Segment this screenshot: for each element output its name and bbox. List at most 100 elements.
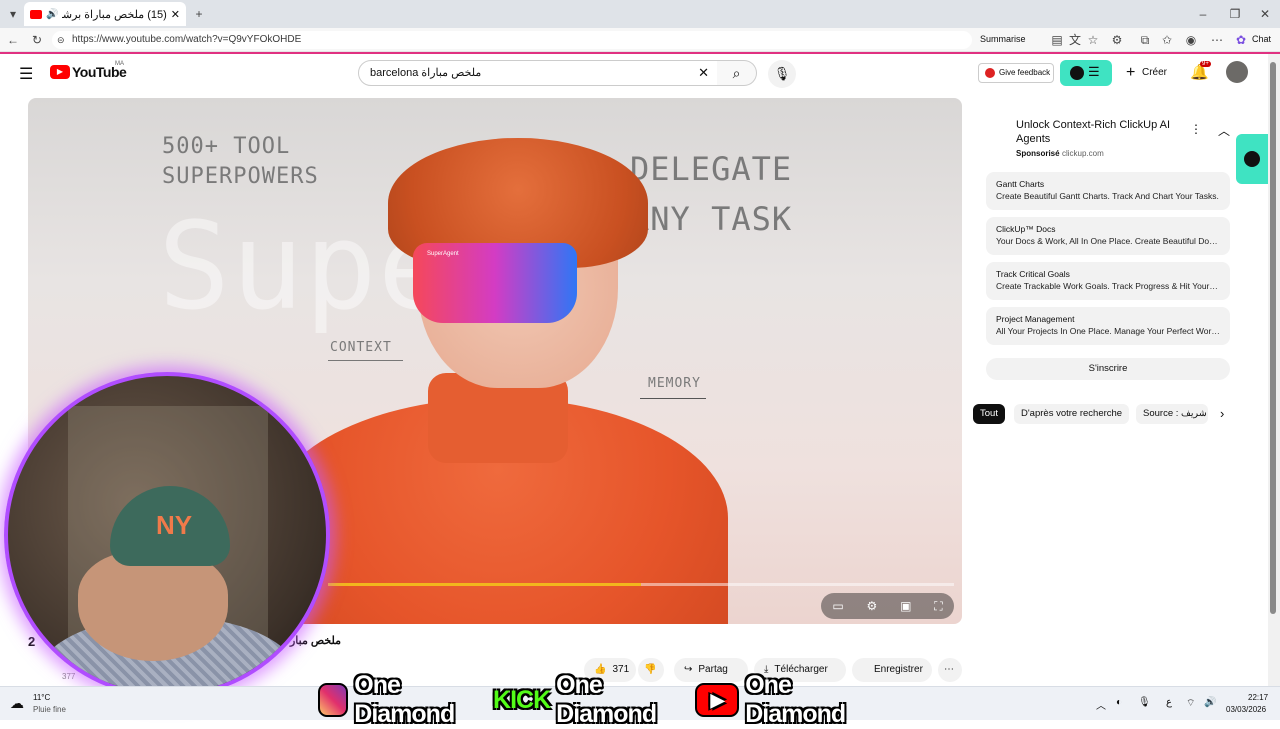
browser-tab[interactable]: 🔊 (15) ملخص مباراة برشلونة وأتلـ ✕ xyxy=(24,2,186,26)
keyboard-language[interactable]: ع xyxy=(1166,697,1172,708)
ad-title[interactable]: Unlock Context-Rich ClickUp AI Agents xyxy=(1016,118,1176,146)
video-text-superpowers: SUPERPOWERS xyxy=(162,164,319,189)
minimize-icon[interactable]: – xyxy=(1196,7,1210,21)
chip-all[interactable]: Tout xyxy=(973,404,1005,424)
miniplayer-icon[interactable]: ▣ xyxy=(900,599,911,613)
wifi-icon[interactable]: ⌔ xyxy=(1186,697,1195,710)
weather-description: Pluie fine xyxy=(33,705,66,714)
weather-icon[interactable]: ☁ xyxy=(10,695,24,712)
collapse-icon[interactable]: ︿ xyxy=(1218,122,1230,139)
instagram-icon xyxy=(318,683,349,717)
ad-sitelink-title: Track Critical Goals xyxy=(996,269,1070,279)
tray-app-icon[interactable]: ◐ xyxy=(1116,697,1122,708)
search-text: barcelona ملخص مباراة xyxy=(370,67,482,79)
copilot-icon[interactable]: ✿ xyxy=(1234,33,1248,47)
plus-icon: + xyxy=(1126,64,1136,81)
webcam-person-face xyxy=(78,551,228,661)
extensions-icon[interactable]: ⚙ xyxy=(1110,33,1124,47)
tray-mic-icon[interactable]: 🎙 xyxy=(1138,697,1151,708)
context-line xyxy=(328,360,403,361)
url-text: https://www.youtube.com/watch?v=Q9vYFOkO… xyxy=(72,34,302,45)
more-icon[interactable]: ⋯ xyxy=(1210,33,1224,47)
mask-brand-text: SuperAgent xyxy=(427,251,459,257)
ad-sitelink-title: ClickUp™ Docs xyxy=(996,224,1056,234)
save-label: Enregistrer xyxy=(874,664,923,675)
feedback-icon xyxy=(985,68,995,78)
microphone-icon: 🎙 xyxy=(773,66,791,81)
ad-sitelink[interactable]: ClickUp™ Docs Your Docs & Work, All In O… xyxy=(986,217,1230,255)
tab-list-icon[interactable]: ▾ xyxy=(6,7,20,21)
youtube-header: ☰ ▶ YouTube MA barcelona ملخص مباراة ✕ ⌕… xyxy=(0,54,1268,92)
youtube-logo-icon[interactable]: ▶ xyxy=(50,65,70,79)
clock-time[interactable]: 22:17 xyxy=(1248,693,1268,702)
video-text-context: CONTEXT xyxy=(330,340,392,355)
ad-sitelink-subtitle: Your Docs & Work, All In One Place. Crea… xyxy=(996,236,1220,246)
chips-next-icon[interactable]: › xyxy=(1220,406,1224,421)
profile-icon[interactable]: ◉ xyxy=(1184,33,1198,47)
clear-search-icon[interactable]: ✕ xyxy=(698,61,709,85)
youtube-banner-icon: ▶ xyxy=(694,683,740,717)
create-button[interactable]: + Créer xyxy=(1122,62,1167,84)
reader-icon[interactable]: ▤ xyxy=(1050,33,1064,47)
ad-panel: Unlock Context-Rich ClickUp AI Agents Sp… xyxy=(974,98,1240,392)
avatar[interactable] xyxy=(1226,61,1248,83)
cap-logo-icon: NY xyxy=(156,510,193,540)
ad-sponsored: Sponsorisé xyxy=(1016,149,1060,158)
translate-icon[interactable]: 文 xyxy=(1068,33,1082,47)
ad-domain[interactable]: clickup.com xyxy=(1062,149,1104,158)
favorite-icon[interactable]: ☆ xyxy=(1086,33,1100,47)
video-text-any-task: ANY TASK xyxy=(630,200,793,238)
more-actions-button[interactable]: ⋯ xyxy=(938,658,962,682)
give-feedback-button[interactable]: Give feedback xyxy=(978,63,1054,83)
close-tab-icon[interactable]: ✕ xyxy=(171,8,180,21)
webcam-overlay: NY xyxy=(4,372,330,698)
settings-icon[interactable]: ⚙ xyxy=(867,599,878,613)
chip-source[interactable]: Source : شريف xyxy=(1136,404,1208,424)
subtitles-icon[interactable]: ▭ xyxy=(832,599,843,613)
scrollbar-thumb[interactable] xyxy=(1270,62,1276,614)
menu-icon[interactable]: ☰ xyxy=(19,64,33,84)
ad-sitelink[interactable]: Track Critical Goals Create Trackable Wo… xyxy=(986,262,1230,300)
extension-button[interactable]: ☰ xyxy=(1060,60,1112,86)
fullscreen-icon[interactable]: ⛶ xyxy=(934,599,942,614)
kick-logo: KICK xyxy=(493,685,551,714)
clock-date[interactable]: 03/03/2026 xyxy=(1226,705,1266,714)
reload-icon[interactable]: ↻ xyxy=(30,33,44,47)
signup-button[interactable]: S'inscrire xyxy=(986,358,1230,380)
url-field[interactable]: ⊝ https://www.youtube.com/watch?v=Q9vYFO… xyxy=(52,31,972,49)
ad-menu-icon[interactable]: ⋮ xyxy=(1190,122,1202,136)
summarise-button[interactable]: Summarise xyxy=(980,34,1026,44)
speaker-icon[interactable]: 🔊 xyxy=(46,9,58,20)
ad-sitelink[interactable]: Project Management All Your Projects In … xyxy=(986,307,1230,345)
tab-title: (15) ملخص مباراة برشلونة وأتلـ xyxy=(62,8,167,21)
streamer-banner: One Diamond KICK One Diamond ▶ One Diamo… xyxy=(318,671,878,728)
ad-sitelink[interactable]: Gantt Charts Create Beautiful Gantt Char… xyxy=(986,172,1230,210)
volume-icon[interactable]: 🔊 xyxy=(1204,697,1216,708)
chat-button[interactable]: Chat xyxy=(1252,34,1271,44)
close-window-icon[interactable]: ✕ xyxy=(1258,7,1272,21)
banner-text-kick: One Diamond xyxy=(556,671,657,728)
chip-recommended[interactable]: D'après votre recherche xyxy=(1014,404,1130,424)
favorites-icon[interactable]: ✩ xyxy=(1160,33,1174,47)
search-input[interactable]: barcelona ملخص مباراة ✕ xyxy=(358,60,718,86)
create-label: Créer xyxy=(1142,67,1168,78)
search-button[interactable]: ⌕ xyxy=(717,60,757,86)
search-icon: ⌕ xyxy=(732,65,741,81)
temperature: 11°C xyxy=(33,693,51,702)
video-title-prefix: 2 xyxy=(28,634,36,649)
region-code: MA xyxy=(115,61,124,67)
new-tab-icon[interactable]: + xyxy=(192,7,206,21)
tray-chevron-icon[interactable]: ︿ xyxy=(1096,697,1106,712)
ad-sitelink-subtitle: All Your Projects In One Place. Manage Y… xyxy=(996,326,1220,336)
back-icon[interactable]: ← xyxy=(6,33,20,47)
person-mask: SuperAgent xyxy=(413,243,577,323)
voice-search-button[interactable]: 🎙 xyxy=(768,60,796,88)
progress-fill xyxy=(328,583,641,586)
site-info-icon[interactable]: ⊝ xyxy=(57,31,65,49)
browser-tab-bar: ▾ 🔊 (15) ملخص مباراة برشلونة وأتلـ ✕ + –… xyxy=(0,0,1280,28)
extension-side-tab[interactable] xyxy=(1236,134,1268,184)
ad-sitelink-title: Gantt Charts xyxy=(996,179,1045,189)
restore-icon[interactable]: ❐ xyxy=(1228,7,1242,21)
split-screen-icon[interactable]: ⧉ xyxy=(1138,33,1152,47)
extension-menu-icon: ☰ xyxy=(1088,64,1100,79)
